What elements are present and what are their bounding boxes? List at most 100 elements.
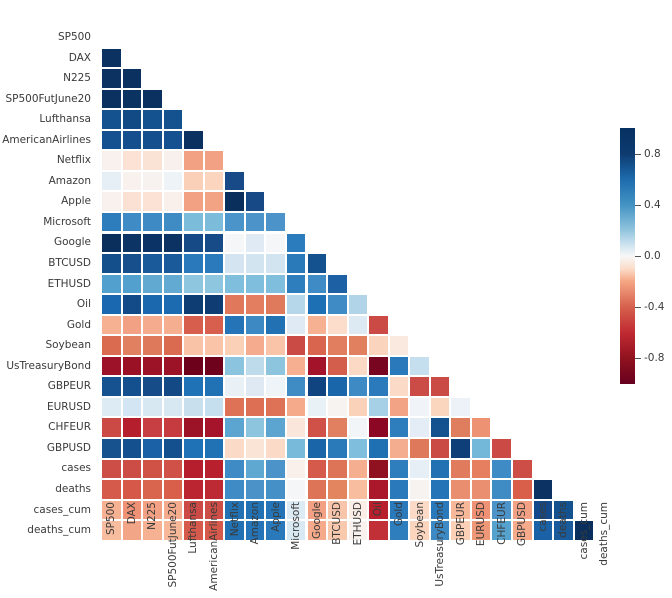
heatmap-cell bbox=[121, 314, 143, 336]
heatmap-cell bbox=[101, 109, 122, 130]
heatmap-cell bbox=[368, 438, 389, 459]
heatmap-cell bbox=[183, 355, 204, 377]
heatmap-cell bbox=[368, 376, 389, 397]
heatmap-cell bbox=[244, 335, 266, 356]
heatmap-cell bbox=[409, 355, 430, 377]
heatmap-cell bbox=[183, 150, 204, 171]
heatmap-cell bbox=[121, 191, 143, 212]
heatmap-cell bbox=[162, 376, 184, 397]
heatmap-cell bbox=[244, 376, 266, 397]
heatmap-cell bbox=[224, 294, 245, 315]
heatmap-cell bbox=[183, 438, 204, 459]
heatmap-cell bbox=[244, 294, 266, 315]
heatmap-cell bbox=[244, 314, 266, 336]
heatmap-cell bbox=[101, 417, 122, 438]
colorbar-tick-mark bbox=[635, 256, 641, 257]
heatmap-cell bbox=[101, 355, 122, 377]
heatmap-cell bbox=[388, 335, 410, 356]
y-axis-tick-label: SP500FutJune20 bbox=[5, 92, 91, 105]
heatmap-cell bbox=[347, 417, 369, 438]
heatmap-cell bbox=[203, 458, 225, 480]
x-axis-tick: Google bbox=[307, 500, 328, 596]
y-axis-tick-label: GBPEUR bbox=[47, 380, 91, 393]
heatmap-cell bbox=[327, 273, 348, 295]
heatmap-cell bbox=[265, 273, 286, 295]
x-axis-tick-label: Soybean bbox=[413, 502, 426, 548]
heatmap-cell bbox=[224, 170, 245, 192]
heatmap-cell bbox=[183, 458, 204, 480]
heatmap-cell bbox=[327, 376, 348, 397]
heatmap-cell bbox=[429, 438, 451, 459]
heatmap-cell bbox=[162, 232, 184, 254]
heatmap-cell bbox=[142, 150, 163, 171]
heatmap-cell bbox=[306, 314, 328, 336]
heatmap-cell bbox=[203, 253, 225, 274]
heatmap-cell bbox=[183, 253, 204, 274]
heatmap-cell bbox=[224, 335, 245, 356]
heatmap-cell bbox=[121, 129, 143, 151]
x-axis-tick: deaths_cum bbox=[594, 500, 615, 596]
heatmap-cell bbox=[244, 417, 266, 438]
colorbar-tick-label: 0.4 bbox=[644, 198, 661, 211]
heatmap-cell bbox=[183, 479, 204, 500]
y-axis-tick-label: DAX bbox=[68, 51, 91, 64]
x-axis-tick: N225 bbox=[142, 500, 163, 596]
x-axis-tick: ETHUSD bbox=[348, 500, 369, 596]
heatmap-cell bbox=[244, 191, 266, 212]
heatmap-cell bbox=[306, 335, 328, 356]
y-axis-tick-label: Soybean bbox=[45, 339, 91, 352]
heatmap-cell bbox=[450, 396, 471, 418]
heatmap-cell bbox=[162, 273, 184, 295]
x-axis-tick-label: Netflix bbox=[228, 502, 241, 537]
heatmap-cell bbox=[121, 294, 143, 315]
x-axis-tick-label: ETHUSD bbox=[351, 502, 364, 546]
y-axis-tick-label: ETHUSD bbox=[47, 277, 91, 290]
y-axis-tick-label: Microsoft bbox=[43, 215, 91, 228]
heatmap-cell bbox=[203, 294, 225, 315]
heatmap-cell bbox=[347, 335, 369, 356]
x-axis-tick-label: cases_cum bbox=[577, 502, 590, 560]
x-axis-tick: SP500FutJune20 bbox=[163, 500, 184, 596]
y-axis-tick-label: Google bbox=[53, 236, 91, 249]
heatmap-cell bbox=[285, 479, 307, 500]
heatmap-cell bbox=[409, 479, 430, 500]
heatmap-cell bbox=[101, 88, 122, 110]
x-axis-tick: GBPEUR bbox=[450, 500, 471, 596]
x-axis-tick-label: Gold bbox=[392, 502, 405, 527]
x-axis-tick: Netflix bbox=[224, 500, 245, 596]
heatmap-cell bbox=[183, 376, 204, 397]
heatmap-cell bbox=[203, 314, 225, 336]
x-axis-tick-label: DAX bbox=[125, 502, 138, 525]
heatmap-cell bbox=[285, 396, 307, 418]
heatmap-cell bbox=[101, 335, 122, 356]
heatmap-cell bbox=[142, 211, 163, 233]
correlation-heatmap-figure: SP500 DAX N225 SP500FutJune20 Lufthansa Ameri… bbox=[0, 0, 672, 598]
heatmap-cell bbox=[183, 170, 204, 192]
heatmap-cell bbox=[368, 396, 389, 418]
heatmap-cell bbox=[429, 479, 451, 500]
heatmap-cell bbox=[244, 273, 266, 295]
heatmap-cell bbox=[347, 314, 369, 336]
colorbar-tick-mark bbox=[635, 204, 641, 206]
heatmap-cell bbox=[306, 376, 328, 397]
heatmap-cell bbox=[265, 396, 286, 418]
heatmap-cell bbox=[142, 109, 163, 130]
heatmap-cell bbox=[244, 253, 266, 274]
heatmap-cell bbox=[265, 335, 286, 356]
heatmap-cell bbox=[285, 253, 307, 274]
heatmap-cell bbox=[265, 211, 286, 233]
heatmap-cell bbox=[327, 438, 348, 459]
heatmap-cell bbox=[183, 396, 204, 418]
heatmap-cell bbox=[162, 479, 184, 500]
heatmap-cell bbox=[368, 314, 389, 336]
heatmap-cell bbox=[388, 355, 410, 377]
heatmap-cell bbox=[388, 417, 410, 438]
heatmap-cell bbox=[183, 211, 204, 233]
heatmap-cell bbox=[512, 479, 533, 500]
heatmap-cell bbox=[285, 232, 307, 254]
heatmap-cell bbox=[183, 294, 204, 315]
x-axis-tick-label: Lufthansa bbox=[187, 502, 200, 554]
heatmap-cell bbox=[265, 294, 286, 315]
y-axis-tick-label: Gold bbox=[66, 318, 91, 331]
heatmap-cell bbox=[101, 150, 122, 171]
